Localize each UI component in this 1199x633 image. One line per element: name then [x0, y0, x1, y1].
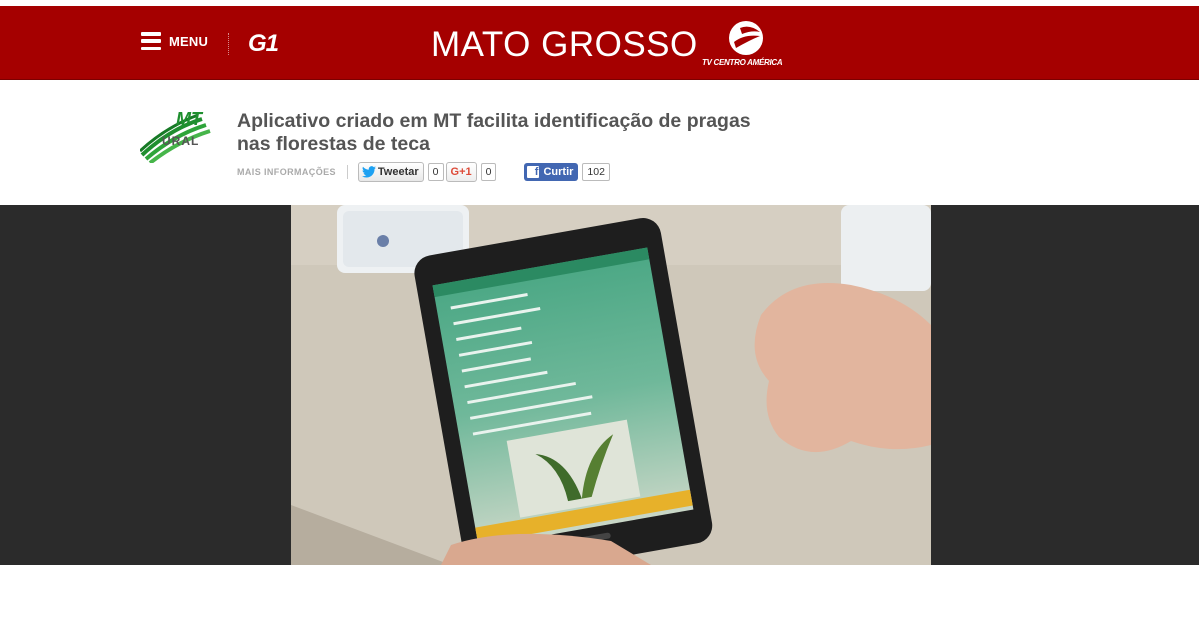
- more-info-link[interactable]: MAIS INFORMAÇÕES: [237, 167, 336, 177]
- gplus-count: 0: [480, 163, 497, 181]
- affiliate-name: TV CENTRO AMÉRICA: [702, 58, 783, 67]
- tweet-label: Tweetar: [377, 166, 419, 178]
- video-frame[interactable]: [291, 205, 931, 565]
- site-header: MENU G1 MATO GROSSO TV CENTRO AMÉRICA: [0, 6, 1199, 80]
- tv-centro-america-logo[interactable]: TV CENTRO AMÉRICA: [702, 18, 794, 70]
- menu-label: MENU: [169, 33, 209, 49]
- header-divider: [228, 33, 230, 55]
- facebook-like-label: Curtir: [543, 166, 574, 178]
- share-divider: [346, 165, 348, 179]
- gplus-label: G+1: [450, 166, 472, 178]
- menu-button[interactable]: MENU: [141, 32, 208, 50]
- facebook-like-count: 102: [582, 163, 610, 181]
- gplus-button[interactable]: G+1: [445, 162, 477, 182]
- article-title: Aplicativo criado em MT facilita identif…: [237, 110, 751, 155]
- svg-text:MT: MT: [176, 109, 204, 129]
- region-title[interactable]: MATO GROSSO: [431, 25, 698, 65]
- facebook-icon: f: [527, 166, 540, 178]
- mt-rural-logo[interactable]: MT URAL: [138, 109, 218, 165]
- video-player[interactable]: [0, 205, 1199, 565]
- facebook-like-button[interactable]: f Curtir: [524, 163, 579, 181]
- tweet-count: 0: [427, 163, 444, 181]
- g1-logo[interactable]: G1: [248, 30, 279, 58]
- svg-text:URAL: URAL: [162, 134, 199, 148]
- twitter-bird-icon: [361, 166, 376, 178]
- mt-rural-logo-icon: MT URAL: [138, 109, 211, 165]
- video-still-image: [291, 205, 931, 565]
- article-header: MT URAL Aplicativo criado em MT facilita…: [0, 80, 1199, 205]
- hamburger-icon: [141, 32, 161, 50]
- tv-centro-america-emblem-icon: [729, 21, 763, 55]
- share-bar: MAIS INFORMAÇÕES Tweetar 0 G+1 0 f Curti…: [237, 162, 610, 182]
- tweet-button[interactable]: Tweetar: [357, 162, 424, 182]
